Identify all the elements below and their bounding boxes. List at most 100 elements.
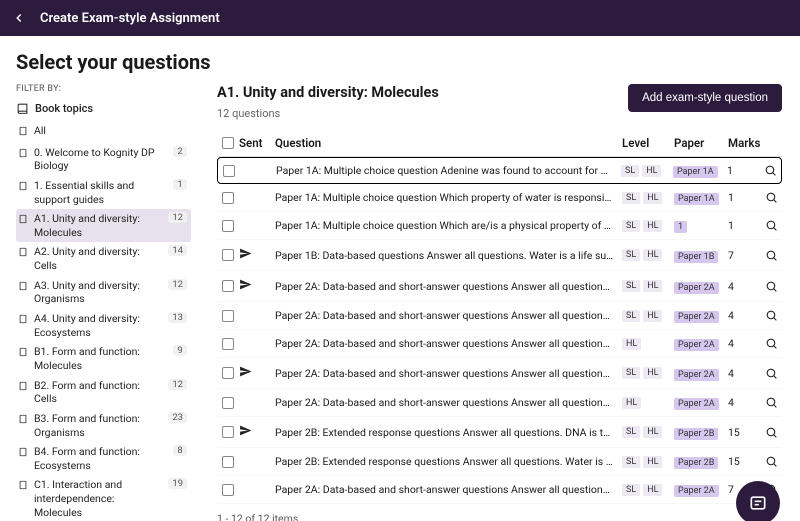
row-checkbox[interactable] bbox=[222, 310, 234, 322]
floating-action-button[interactable] bbox=[736, 481, 780, 521]
doc-icon bbox=[18, 181, 28, 191]
table-header: Sent Question Level Paper Marks bbox=[217, 130, 782, 157]
magnify-icon[interactable] bbox=[765, 396, 778, 409]
doc-icon bbox=[18, 214, 28, 224]
row-checkbox[interactable] bbox=[222, 426, 234, 438]
magnify-icon[interactable] bbox=[765, 455, 778, 468]
table-row[interactable]: Paper 2A: Data-based and short-answer qu… bbox=[217, 271, 782, 302]
table-row[interactable]: Paper 1A: Multiple choice question Adeni… bbox=[217, 157, 782, 184]
sidebar-item[interactable]: B2. Form and function: Cells 12 bbox=[16, 376, 191, 409]
sidebar-item[interactable]: A4. Unity and diversity: Ecosystems 13 bbox=[16, 309, 191, 342]
magnify-icon[interactable] bbox=[765, 367, 778, 380]
level-tag: SL bbox=[622, 456, 640, 468]
doc-icon bbox=[18, 447, 28, 457]
sidebar-item-count: 9 bbox=[173, 345, 187, 356]
row-checkbox[interactable] bbox=[222, 484, 234, 496]
marks-value: 15 bbox=[728, 455, 760, 468]
table-row[interactable]: Paper 1B: Data-based questions Answer al… bbox=[217, 240, 782, 271]
sidebar-item-count: 12 bbox=[168, 212, 187, 223]
magnify-icon[interactable] bbox=[765, 337, 778, 350]
question-count: 12 questions bbox=[217, 107, 439, 120]
marks-value: 1 bbox=[728, 219, 760, 232]
sidebar-item[interactable]: A3. Unity and diversity: Organisms 12 bbox=[16, 276, 191, 309]
col-header-level[interactable]: Level bbox=[622, 136, 674, 150]
sent-icon bbox=[239, 278, 252, 291]
table-row[interactable]: Paper 2B: Extended response questions An… bbox=[217, 448, 782, 476]
sidebar: FILTER BY: Book topics All 0. Welcome to… bbox=[0, 84, 199, 521]
sent-icon bbox=[239, 424, 252, 437]
book-topics-header[interactable]: Book topics bbox=[16, 102, 191, 115]
add-exam-style-question-button[interactable]: Add exam-style question bbox=[628, 84, 782, 112]
level-tag: HL bbox=[643, 220, 662, 232]
table-row[interactable]: Paper 2B: Extended response questions An… bbox=[217, 417, 782, 448]
magnify-icon[interactable] bbox=[765, 249, 778, 262]
page-title: Create Exam-style Assignment bbox=[40, 11, 220, 26]
question-text: Paper 1A: Multiple choice question Adeni… bbox=[276, 164, 613, 177]
table-row[interactable]: Paper 1A: Multiple choice question Which… bbox=[217, 184, 782, 212]
row-checkbox[interactable] bbox=[222, 397, 234, 409]
filter-by-label: FILTER BY: bbox=[16, 84, 191, 94]
magnify-icon[interactable] bbox=[764, 164, 777, 177]
table-row[interactable]: Paper 2A: Data-based and short-answer qu… bbox=[217, 389, 782, 417]
level-tag: SL bbox=[622, 367, 640, 379]
table-row[interactable]: Paper 2A: Data-based and short-answer qu… bbox=[217, 302, 782, 330]
marks-value: 4 bbox=[728, 367, 760, 380]
table-row[interactable]: Paper 1A: Multiple choice question Which… bbox=[217, 212, 782, 240]
sidebar-item-count: 1 bbox=[173, 179, 187, 190]
magnify-icon[interactable] bbox=[765, 309, 778, 322]
sidebar-item[interactable]: C1. Interaction and interdependence: Mol… bbox=[16, 475, 191, 521]
table-row[interactable]: Paper 2A: Data-based and short-answer qu… bbox=[217, 358, 782, 389]
row-checkbox[interactable] bbox=[222, 249, 234, 261]
level-tag: HL bbox=[643, 280, 662, 292]
sidebar-item[interactable]: A1. Unity and diversity: Molecules 12 bbox=[16, 209, 191, 242]
sidebar-item-count: 14 bbox=[168, 245, 187, 256]
paper-tag: Paper 2B bbox=[674, 457, 718, 469]
subheader: Select your questions bbox=[0, 36, 800, 84]
back-icon[interactable] bbox=[12, 11, 26, 25]
sidebar-item[interactable]: 0. Welcome to Kognity DP Biology 2 bbox=[16, 143, 191, 176]
row-checkbox[interactable] bbox=[222, 456, 234, 468]
doc-icon bbox=[18, 281, 28, 291]
row-checkbox[interactable] bbox=[223, 165, 235, 177]
doc-icon bbox=[18, 347, 28, 357]
col-header-sent[interactable]: Sent bbox=[239, 136, 275, 150]
sidebar-item-label: B1. Form and function: Molecules bbox=[34, 345, 163, 372]
question-text: Paper 1A: Multiple choice question Which… bbox=[275, 191, 614, 204]
magnify-icon[interactable] bbox=[765, 191, 778, 204]
level-tag: SL bbox=[622, 426, 640, 438]
magnify-icon[interactable] bbox=[765, 280, 778, 293]
sidebar-item[interactable]: B4. Form and function: Ecosystems 8 bbox=[16, 442, 191, 475]
select-all-checkbox[interactable] bbox=[222, 137, 234, 149]
sidebar-item[interactable]: A2. Unity and diversity: Cells 14 bbox=[16, 242, 191, 275]
paper-tag: Paper 1A bbox=[674, 193, 719, 205]
row-checkbox[interactable] bbox=[222, 280, 234, 292]
row-checkbox[interactable] bbox=[222, 192, 234, 204]
level-tag: SL bbox=[622, 484, 640, 496]
table-row[interactable]: Paper 2A: Data-based and short-answer qu… bbox=[217, 476, 782, 504]
row-checkbox[interactable] bbox=[222, 220, 234, 232]
magnify-icon[interactable] bbox=[765, 426, 778, 439]
row-checkbox[interactable] bbox=[222, 338, 234, 350]
col-header-paper[interactable]: Paper bbox=[674, 136, 728, 150]
magnify-icon[interactable] bbox=[765, 219, 778, 232]
level-tag: HL bbox=[643, 367, 662, 379]
level-tag: SL bbox=[622, 310, 640, 322]
book-icon bbox=[16, 102, 29, 115]
sidebar-item[interactable]: B1. Form and function: Molecules 9 bbox=[16, 342, 191, 375]
marks-value: 1 bbox=[727, 164, 759, 177]
sidebar-item[interactable]: 1. Essential skills and support guides 1 bbox=[16, 176, 191, 209]
doc-icon bbox=[18, 381, 28, 391]
question-text: Paper 2A: Data-based and short-answer qu… bbox=[275, 367, 614, 380]
table-row[interactable]: Paper 2A: Data-based and short-answer qu… bbox=[217, 330, 782, 358]
sidebar-all[interactable]: All bbox=[16, 121, 191, 141]
col-header-question[interactable]: Question bbox=[275, 136, 622, 150]
sidebar-item[interactable]: B3. Form and function: Organisms 23 bbox=[16, 409, 191, 442]
level-tag: SL bbox=[622, 249, 640, 261]
col-header-marks[interactable]: Marks bbox=[728, 136, 760, 150]
sidebar-item-label: B3. Form and function: Organisms bbox=[34, 412, 158, 439]
book-topics-label: Book topics bbox=[35, 102, 93, 115]
row-checkbox[interactable] bbox=[222, 367, 234, 379]
level-tag: SL bbox=[622, 220, 640, 232]
doc-icon bbox=[18, 148, 28, 158]
question-text: Paper 2B: Extended response questions An… bbox=[275, 455, 614, 468]
